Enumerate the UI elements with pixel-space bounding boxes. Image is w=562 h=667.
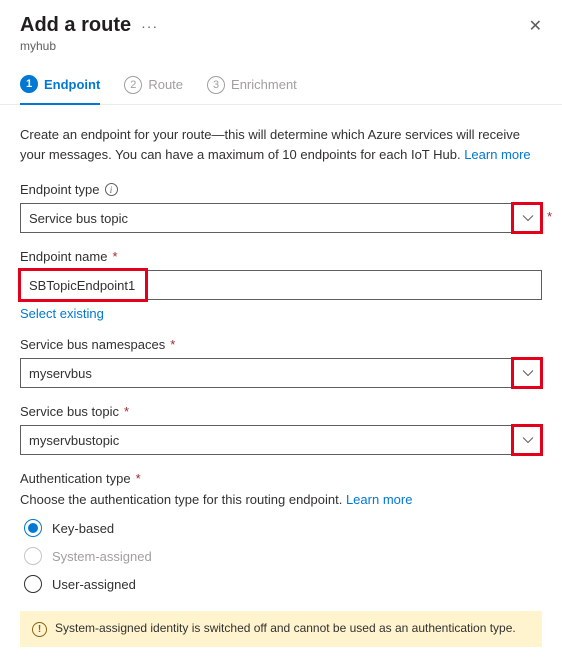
radio-icon[interactable] (24, 575, 42, 593)
sb-namespace-select[interactable] (20, 358, 542, 388)
radio-system-assigned: System-assigned (24, 547, 542, 565)
step-endpoint[interactable]: 1 Endpoint (20, 75, 100, 105)
required-asterisk: * (136, 471, 141, 486)
sb-topic-select[interactable] (20, 425, 542, 455)
required-asterisk: * (124, 404, 129, 419)
label-sb-topic: Service bus topic (20, 404, 119, 419)
label-sb-namespaces: Service bus namespaces (20, 337, 165, 352)
radio-label: Key-based (52, 521, 114, 536)
radio-icon (24, 547, 42, 565)
field-endpoint-name: Endpoint name * Select existing (20, 249, 542, 321)
step-label: Endpoint (44, 77, 100, 92)
info-icon[interactable]: i (105, 183, 118, 196)
step-number: 3 (207, 76, 225, 94)
required-asterisk: * (547, 209, 552, 224)
required-asterisk: * (170, 337, 175, 352)
step-route[interactable]: 2 Route (124, 75, 183, 104)
radio-icon[interactable] (24, 519, 42, 537)
intro-text: Create an endpoint for your route—this w… (20, 125, 542, 164)
field-endpoint-type: Endpoint type i * (20, 182, 542, 233)
radio-label: System-assigned (52, 549, 152, 564)
auth-helper-text: Choose the authentication type for this … (20, 492, 542, 507)
auth-radio-group: Key-based System-assigned User-assigned (20, 519, 542, 593)
field-sb-namespaces: Service bus namespaces * (20, 337, 542, 388)
radio-key-based[interactable]: Key-based (24, 519, 542, 537)
step-enrichment[interactable]: 3 Enrichment (207, 75, 297, 104)
intro-body: Create an endpoint for your route—this w… (20, 127, 520, 162)
warning-text: System-assigned identity is switched off… (55, 621, 516, 635)
radio-label: User-assigned (52, 577, 136, 592)
wizard-steps: 1 Endpoint 2 Route 3 Enrichment (0, 61, 562, 105)
close-icon[interactable]: ✕ (529, 16, 542, 36)
field-sb-topic: Service bus topic * (20, 404, 542, 455)
endpoint-name-input[interactable] (20, 270, 542, 300)
required-asterisk: * (112, 249, 117, 264)
form-content: Create an endpoint for your route—this w… (0, 105, 562, 667)
radio-user-assigned[interactable]: User-assigned (24, 575, 542, 593)
label-endpoint-name: Endpoint name (20, 249, 107, 264)
auth-helper-body: Choose the authentication type for this … (20, 492, 346, 507)
step-number: 1 (20, 75, 38, 93)
label-endpoint-type: Endpoint type (20, 182, 100, 197)
more-actions-icon[interactable]: ··· (141, 18, 158, 34)
warning-icon: ! (32, 622, 47, 637)
step-number: 2 (124, 76, 142, 94)
learn-more-link[interactable]: Learn more (346, 492, 412, 507)
step-label: Route (148, 77, 183, 92)
warning-banner: ! System-assigned identity is switched o… (20, 611, 542, 647)
select-existing-link[interactable]: Select existing (20, 306, 104, 321)
step-label: Enrichment (231, 77, 297, 92)
panel-header: Add a route ··· ✕ myhub (0, 0, 562, 61)
learn-more-link[interactable]: Learn more (464, 147, 530, 162)
field-auth-type: Authentication type * Choose the authent… (20, 471, 542, 593)
hub-name: myhub (20, 39, 542, 53)
endpoint-type-select[interactable] (20, 203, 542, 233)
page-title: Add a route (20, 14, 131, 37)
label-auth-type: Authentication type (20, 471, 131, 486)
